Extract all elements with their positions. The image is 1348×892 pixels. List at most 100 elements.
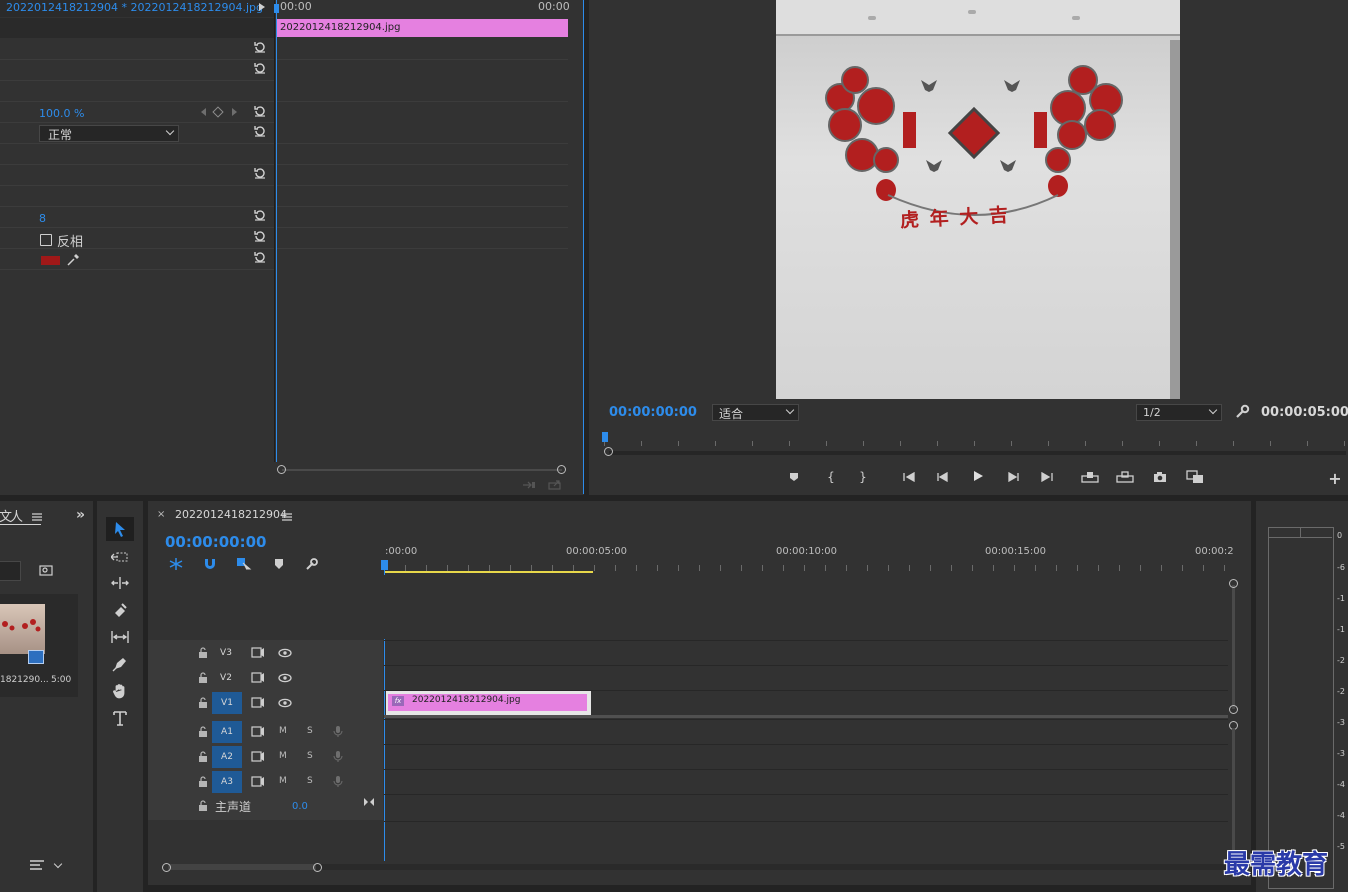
add-button-icon[interactable]: + xyxy=(1325,468,1345,488)
solo-button[interactable]: S xyxy=(307,776,313,786)
lock-icon[interactable] xyxy=(198,751,208,765)
step-forward-icon[interactable] xyxy=(1003,467,1023,487)
mark-out-icon[interactable]: } xyxy=(853,467,873,487)
master-volume-value[interactable]: 0.0 xyxy=(292,801,308,812)
color-swatch[interactable] xyxy=(41,256,60,265)
timeline-clip[interactable]: fx 2022012418212904.jpg xyxy=(386,691,591,715)
timeline-playhead-handle[interactable] xyxy=(381,560,388,570)
reset-icon[interactable] xyxy=(253,208,267,222)
reset-icon[interactable] xyxy=(253,229,267,243)
lock-icon[interactable] xyxy=(198,800,208,814)
audio-scroll-track[interactable] xyxy=(1232,728,1235,858)
mute-button[interactable]: M xyxy=(279,726,287,736)
program-timecode-current[interactable]: 00:00:00:00 xyxy=(609,405,697,420)
solo-button[interactable]: S xyxy=(307,751,313,761)
mute-button[interactable]: M xyxy=(279,776,287,786)
project-clip-card[interactable]: 1821290... 5:00 xyxy=(0,594,78,697)
microphone-icon[interactable] xyxy=(333,775,343,791)
work-area-bar[interactable] xyxy=(385,571,593,573)
selection-tool-icon[interactable] xyxy=(106,517,134,541)
go-to-out-icon[interactable] xyxy=(1037,467,1057,487)
invert-checkbox[interactable] xyxy=(40,234,52,246)
solo-button[interactable]: S xyxy=(307,726,313,736)
sync-lock-icon[interactable] xyxy=(251,751,265,765)
extract-icon[interactable] xyxy=(1115,467,1135,487)
track-select-tool-icon[interactable] xyxy=(106,545,134,569)
eye-icon[interactable] xyxy=(278,673,292,686)
effect-playhead[interactable] xyxy=(276,0,277,462)
timeline-zoom-thumb[interactable] xyxy=(168,864,316,870)
effect-controls-title[interactable]: 2022012418212904 * 2022012418212904.jpg xyxy=(6,1,263,14)
mask-feather-value[interactable]: 8 xyxy=(39,212,46,225)
timeline-zoom-handle-right[interactable] xyxy=(313,863,322,872)
project-tab[interactable]: 人 xyxy=(10,506,23,525)
track-target-v2[interactable]: V2 xyxy=(211,667,241,689)
opacity-value[interactable]: 100.0 % xyxy=(39,107,84,120)
effect-scrollbar-track[interactable] xyxy=(282,469,562,471)
add-marker-icon[interactable] xyxy=(274,558,284,573)
eyedropper-icon[interactable] xyxy=(66,253,80,270)
prev-keyframe-icon[interactable] xyxy=(201,108,206,116)
slip-tool-icon[interactable] xyxy=(106,625,134,649)
track-target-a3[interactable]: A3 xyxy=(212,771,242,793)
track-target-a1[interactable]: A1 xyxy=(212,721,242,743)
next-keyframe-icon[interactable] xyxy=(232,108,237,116)
hamburger-icon[interactable] xyxy=(282,511,292,524)
go-to-in-icon[interactable] xyxy=(899,467,919,487)
sequence-tab[interactable]: 2022012418212904 xyxy=(175,508,287,521)
timeline-zoom-track[interactable] xyxy=(168,864,1228,870)
reset-icon[interactable] xyxy=(253,40,267,54)
fit-select[interactable]: 适合 xyxy=(712,404,799,421)
double-chevron-right-icon[interactable]: » xyxy=(76,507,85,523)
add-keyframe-icon[interactable] xyxy=(212,106,224,118)
vertical-scroll-handle-top[interactable] xyxy=(1229,579,1238,588)
sync-lock-icon[interactable] xyxy=(251,776,265,790)
mute-button[interactable]: M xyxy=(279,751,287,761)
project-search-input[interactable] xyxy=(0,561,21,581)
program-video-frame[interactable]: 虎 年 大 吉 xyxy=(776,0,1180,399)
filter-audio-icon[interactable] xyxy=(522,480,536,493)
export-icon[interactable] xyxy=(548,480,562,493)
reset-icon[interactable] xyxy=(253,124,267,138)
timeline-ruler[interactable]: :00:00 00:00:05:00 00:00:10:00 00:00:15:… xyxy=(384,545,1234,573)
effect-clip-bar[interactable]: 2022012418212904.jpg xyxy=(277,19,568,37)
sync-lock-icon[interactable] xyxy=(251,672,265,686)
step-back-icon[interactable] xyxy=(933,467,953,487)
resolution-select[interactable]: 1/2 xyxy=(1136,404,1222,421)
program-playhead[interactable] xyxy=(602,432,608,442)
track-target-v1[interactable]: V1 xyxy=(212,692,242,714)
wrench-icon[interactable] xyxy=(1235,404,1250,422)
linked-selection-icon[interactable] xyxy=(236,557,252,574)
sync-lock-icon[interactable] xyxy=(251,726,265,740)
lock-icon[interactable] xyxy=(198,672,208,686)
go-to-end-icon[interactable] xyxy=(363,797,375,810)
razor-tool-icon[interactable] xyxy=(106,598,134,622)
pen-tool-icon[interactable] xyxy=(106,652,134,676)
ripple-edit-tool-icon[interactable] xyxy=(106,571,134,595)
close-tab-icon[interactable]: × xyxy=(157,509,165,520)
sync-lock-icon[interactable] xyxy=(251,697,265,711)
marker-icon[interactable] xyxy=(784,467,804,487)
nest-icon[interactable] xyxy=(168,557,184,574)
search-bin-icon[interactable] xyxy=(39,564,53,579)
program-zoom-handle[interactable] xyxy=(604,447,613,456)
effect-playhead-handle[interactable] xyxy=(274,4,279,13)
eye-icon[interactable] xyxy=(278,698,292,711)
mark-in-icon[interactable]: { xyxy=(821,467,841,487)
expand-arrow-icon[interactable] xyxy=(259,3,265,11)
reset-icon[interactable] xyxy=(253,166,267,180)
play-icon[interactable] xyxy=(968,466,988,486)
effect-scroll-handle-left[interactable] xyxy=(277,465,286,474)
camera-icon[interactable] xyxy=(1150,467,1170,487)
vertical-scroll-track[interactable] xyxy=(1232,585,1235,709)
blend-mode-select[interactable]: 正常 xyxy=(39,125,179,142)
reset-icon[interactable] xyxy=(253,61,267,75)
program-time-ruler[interactable] xyxy=(604,432,1346,446)
track-target-a2[interactable]: A2 xyxy=(212,746,242,768)
microphone-icon[interactable] xyxy=(333,725,343,741)
eye-icon[interactable] xyxy=(278,648,292,661)
lock-icon[interactable] xyxy=(198,647,208,661)
reset-icon[interactable] xyxy=(253,104,267,118)
microphone-icon[interactable] xyxy=(333,750,343,766)
snap-magnet-icon[interactable] xyxy=(203,557,217,574)
